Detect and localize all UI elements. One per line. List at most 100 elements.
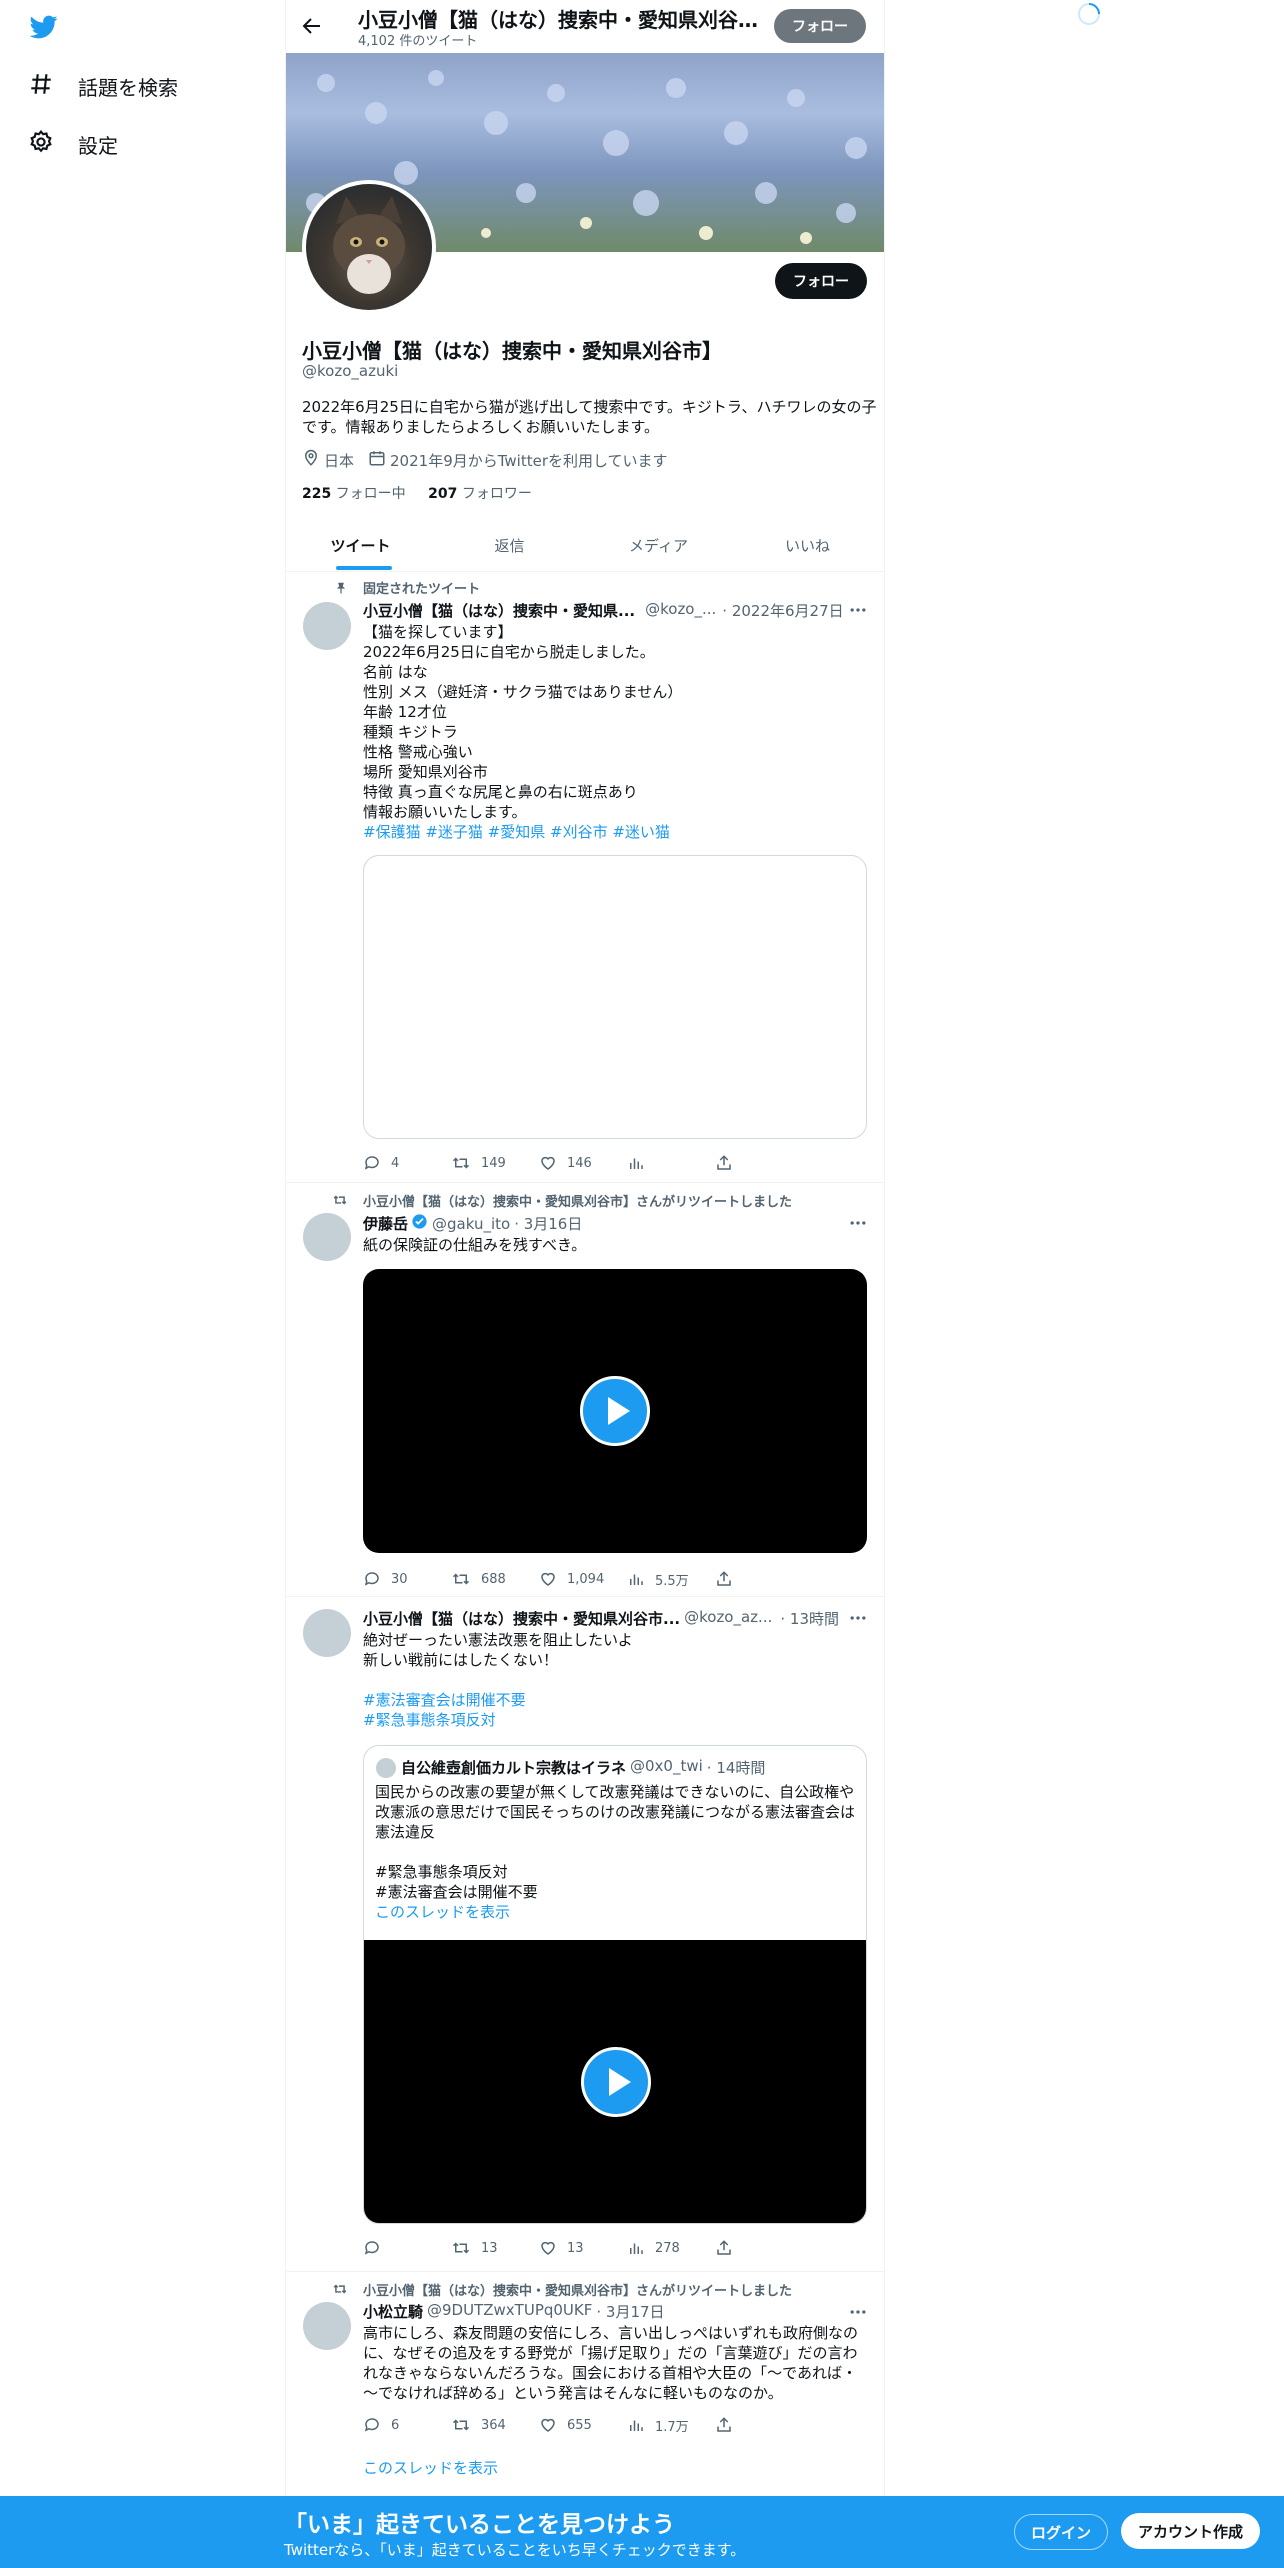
tweet-author[interactable]: 小豆小僧【猫（はな）捜索中・愛知県... <box>363 600 635 621</box>
tweet-pinned[interactable]: 固定されたツイート 小豆小僧【猫（はな）捜索中・愛知県... @kozo_...… <box>286 572 884 1182</box>
main-column: 小豆小僧【猫（はな）捜索中・愛知県刈谷市… 4,102 件のツイート フォロー <box>285 0 885 2568</box>
show-thread-link[interactable]: このスレッドを表示 <box>363 2458 498 2478</box>
tweet-handle[interactable]: @kozo_az... <box>684 1608 772 1629</box>
reply-icon <box>364 1572 379 1586</box>
tweet-quote[interactable]: 小豆小僧【猫（はな）捜索中・愛知県刈谷市... @kozo_az... · 13… <box>286 1597 884 2271</box>
like-button[interactable]: 146 <box>539 1151 627 1175</box>
retweet-label[interactable]: 小豆小僧【猫（はな）捜索中・愛知県刈谷市】さんがリツイートしました <box>363 2280 792 2299</box>
tweet-text-line: 特徴 真っ直ぐな尻尾と鼻の右に斑点あり <box>363 783 638 801</box>
retweet-icon <box>452 1573 470 1585</box>
back-arrow-icon[interactable] <box>300 14 324 42</box>
tweet-handle[interactable]: @9DUTZwxTUPq0UKF <box>427 2301 592 2322</box>
tweet-text: 紙の保険証の仕組みを残すべき。 <box>363 1236 587 1254</box>
tweet-retweeted-text[interactable]: 小豆小僧【猫（はな）捜索中・愛知県刈谷市】さんがリツイートしました 小松立騎 @… <box>286 2272 884 2496</box>
tweet-text-line: れなきゃならないんだろうな。国会における首相や大臣の「～であれば・ <box>363 2364 857 2382</box>
tweet-text-line: 情報お願いいたします。 <box>363 803 527 821</box>
quoted-author: 自公維壺創価カルト宗教はイラネ <box>401 1759 627 1777</box>
nav-settings[interactable]: 設定 <box>28 124 118 164</box>
reply-button[interactable] <box>363 2236 451 2260</box>
signup-button[interactable]: アカウント作成 <box>1121 2513 1260 2549</box>
tweet-text-line: 【猫を探しています】 <box>363 623 513 641</box>
tweet-text-line: 絶対ぜーったい憲法改悪を阻止したいよ <box>363 1631 633 1649</box>
more-icon[interactable] <box>848 600 868 620</box>
following-link[interactable]: 225 フォロー中 <box>302 486 406 502</box>
more-icon[interactable] <box>848 1213 868 1233</box>
retweet-count: 688 <box>481 1571 506 1587</box>
profile-avatar[interactable] <box>302 180 436 314</box>
hashtag-link[interactable]: #緊急事態条項反対 <box>363 1710 496 1730</box>
quoted-video-player[interactable] <box>364 1940 866 2223</box>
followers-link[interactable]: 207 フォロワー <box>428 486 532 502</box>
tweet-handle[interactable]: @kozo_... <box>645 600 716 621</box>
tweet-author[interactable]: 小松立騎 <box>363 2301 423 2322</box>
tab-replies[interactable]: 返信 <box>435 520 584 570</box>
avatar[interactable] <box>303 1609 351 1657</box>
views-button[interactable]: 1.7万 <box>627 2413 715 2437</box>
tweet-time[interactable]: · 3月16日 <box>514 1213 582 1234</box>
tweet-retweeted-video[interactable]: 小豆小僧【猫（はな）捜索中・愛知県刈谷市】さんがリツイートしました 伊藤岳 @g… <box>286 1183 884 1595</box>
play-button-icon[interactable] <box>581 2047 651 2117</box>
gear-icon <box>28 129 54 159</box>
tab-media[interactable]: メディア <box>584 520 733 570</box>
header-tweet-count: 4,102 件のツイート <box>358 34 478 49</box>
more-icon[interactable] <box>848 2302 868 2322</box>
share-button[interactable] <box>715 2236 803 2260</box>
avatar[interactable] <box>303 602 351 650</box>
share-button[interactable] <box>715 1567 803 1591</box>
video-player[interactable] <box>363 1269 867 1553</box>
nav-explore[interactable]: 話題を検索 <box>28 66 178 106</box>
tweet-actions: 6 364 655 1.7万 <box>363 2413 803 2437</box>
bottom-bar-subtext: Twitterなら、「いま」起きていることをいち早くチェックできます。 <box>284 2541 746 2559</box>
hashtags[interactable]: #保護猫 #迷子猫 #愛知県 #刈谷市 #迷い猫 <box>363 822 670 842</box>
bottom-bar-headline: 「いま」起きていることを見つけよう <box>284 2512 675 2538</box>
like-button[interactable]: 1,094 <box>539 1567 627 1591</box>
play-button-icon[interactable] <box>580 1376 650 1446</box>
view-count: 5.5万 <box>655 1573 689 1589</box>
retweet-button[interactable]: 688 <box>451 1567 539 1591</box>
more-icon[interactable] <box>848 1608 868 1628</box>
left-navigation: 話題を検索 設定 <box>0 0 285 2568</box>
nav-settings-label: 設定 <box>78 133 118 158</box>
share-button[interactable] <box>715 1151 803 1175</box>
retweet-label[interactable]: 小豆小僧【猫（はな）捜索中・愛知県刈谷市】さんがリツイートしました <box>363 1191 792 1210</box>
avatar[interactable] <box>303 1213 351 1261</box>
hashtag-icon <box>28 71 54 101</box>
tweet-time[interactable]: · 13時間 <box>780 1608 839 1629</box>
views-button[interactable]: 278 <box>627 2236 715 2260</box>
retweet-button[interactable]: 364 <box>451 2413 539 2437</box>
tweet-time[interactable]: · 3月17日 <box>596 2301 664 2322</box>
like-button[interactable]: 13 <box>539 2236 627 2260</box>
tab-likes[interactable]: いいね <box>733 520 882 570</box>
tweet-author[interactable]: 伊藤岳 <box>363 1213 408 1234</box>
hashtag-link[interactable]: #憲法審査会は開催不要 <box>363 1690 526 1710</box>
avatar[interactable] <box>303 2302 351 2350</box>
retweet-count: 364 <box>481 2417 506 2433</box>
tweet-header: 小松立騎 @9DUTZwxTUPq0UKF · 3月17日 <box>363 2301 665 2322</box>
views-button[interactable] <box>627 1151 715 1175</box>
tweet-time[interactable]: · 2022年6月27日 <box>722 600 843 621</box>
twitter-logo-icon[interactable] <box>28 13 60 45</box>
reply-button[interactable]: 30 <box>363 1567 451 1591</box>
media-card[interactable] <box>363 855 867 1139</box>
tab-tweets[interactable]: ツイート <box>286 520 435 570</box>
header-follow-button[interactable]: フォロー <box>774 9 866 43</box>
reply-icon <box>364 2241 379 2255</box>
profile-follow-button[interactable]: フォロー <box>775 263 867 299</box>
share-button[interactable] <box>715 2413 803 2437</box>
login-button[interactable]: ログイン <box>1014 2514 1108 2550</box>
quoted-avatar <box>376 1758 396 1778</box>
tweet-handle[interactable]: @gaku_ito <box>432 1215 510 1233</box>
reply-count: 30 <box>391 1571 408 1587</box>
like-button[interactable]: 655 <box>539 2413 627 2437</box>
retweet-button[interactable]: 13 <box>451 2236 539 2260</box>
reply-button[interactable]: 4 <box>363 1151 451 1175</box>
retweet-button[interactable]: 149 <box>451 1151 539 1175</box>
quoted-tweet-card[interactable]: 自公維壺創価カルト宗教はイラネ @0x0_twi · 14時間 国民からの改憲の… <box>363 1745 867 2224</box>
tweet-author[interactable]: 小豆小僧【猫（はな）捜索中・愛知県刈谷市... <box>363 1608 680 1629</box>
profile-location: 日本 <box>324 451 355 470</box>
like-count: 1,094 <box>567 1571 605 1587</box>
quoted-show-thread[interactable]: このスレッドを表示 <box>375 1902 855 1922</box>
tweet-text-line: 年齢 12才位 <box>363 703 447 721</box>
reply-button[interactable]: 6 <box>363 2413 451 2437</box>
views-button[interactable]: 5.5万 <box>627 1567 715 1591</box>
